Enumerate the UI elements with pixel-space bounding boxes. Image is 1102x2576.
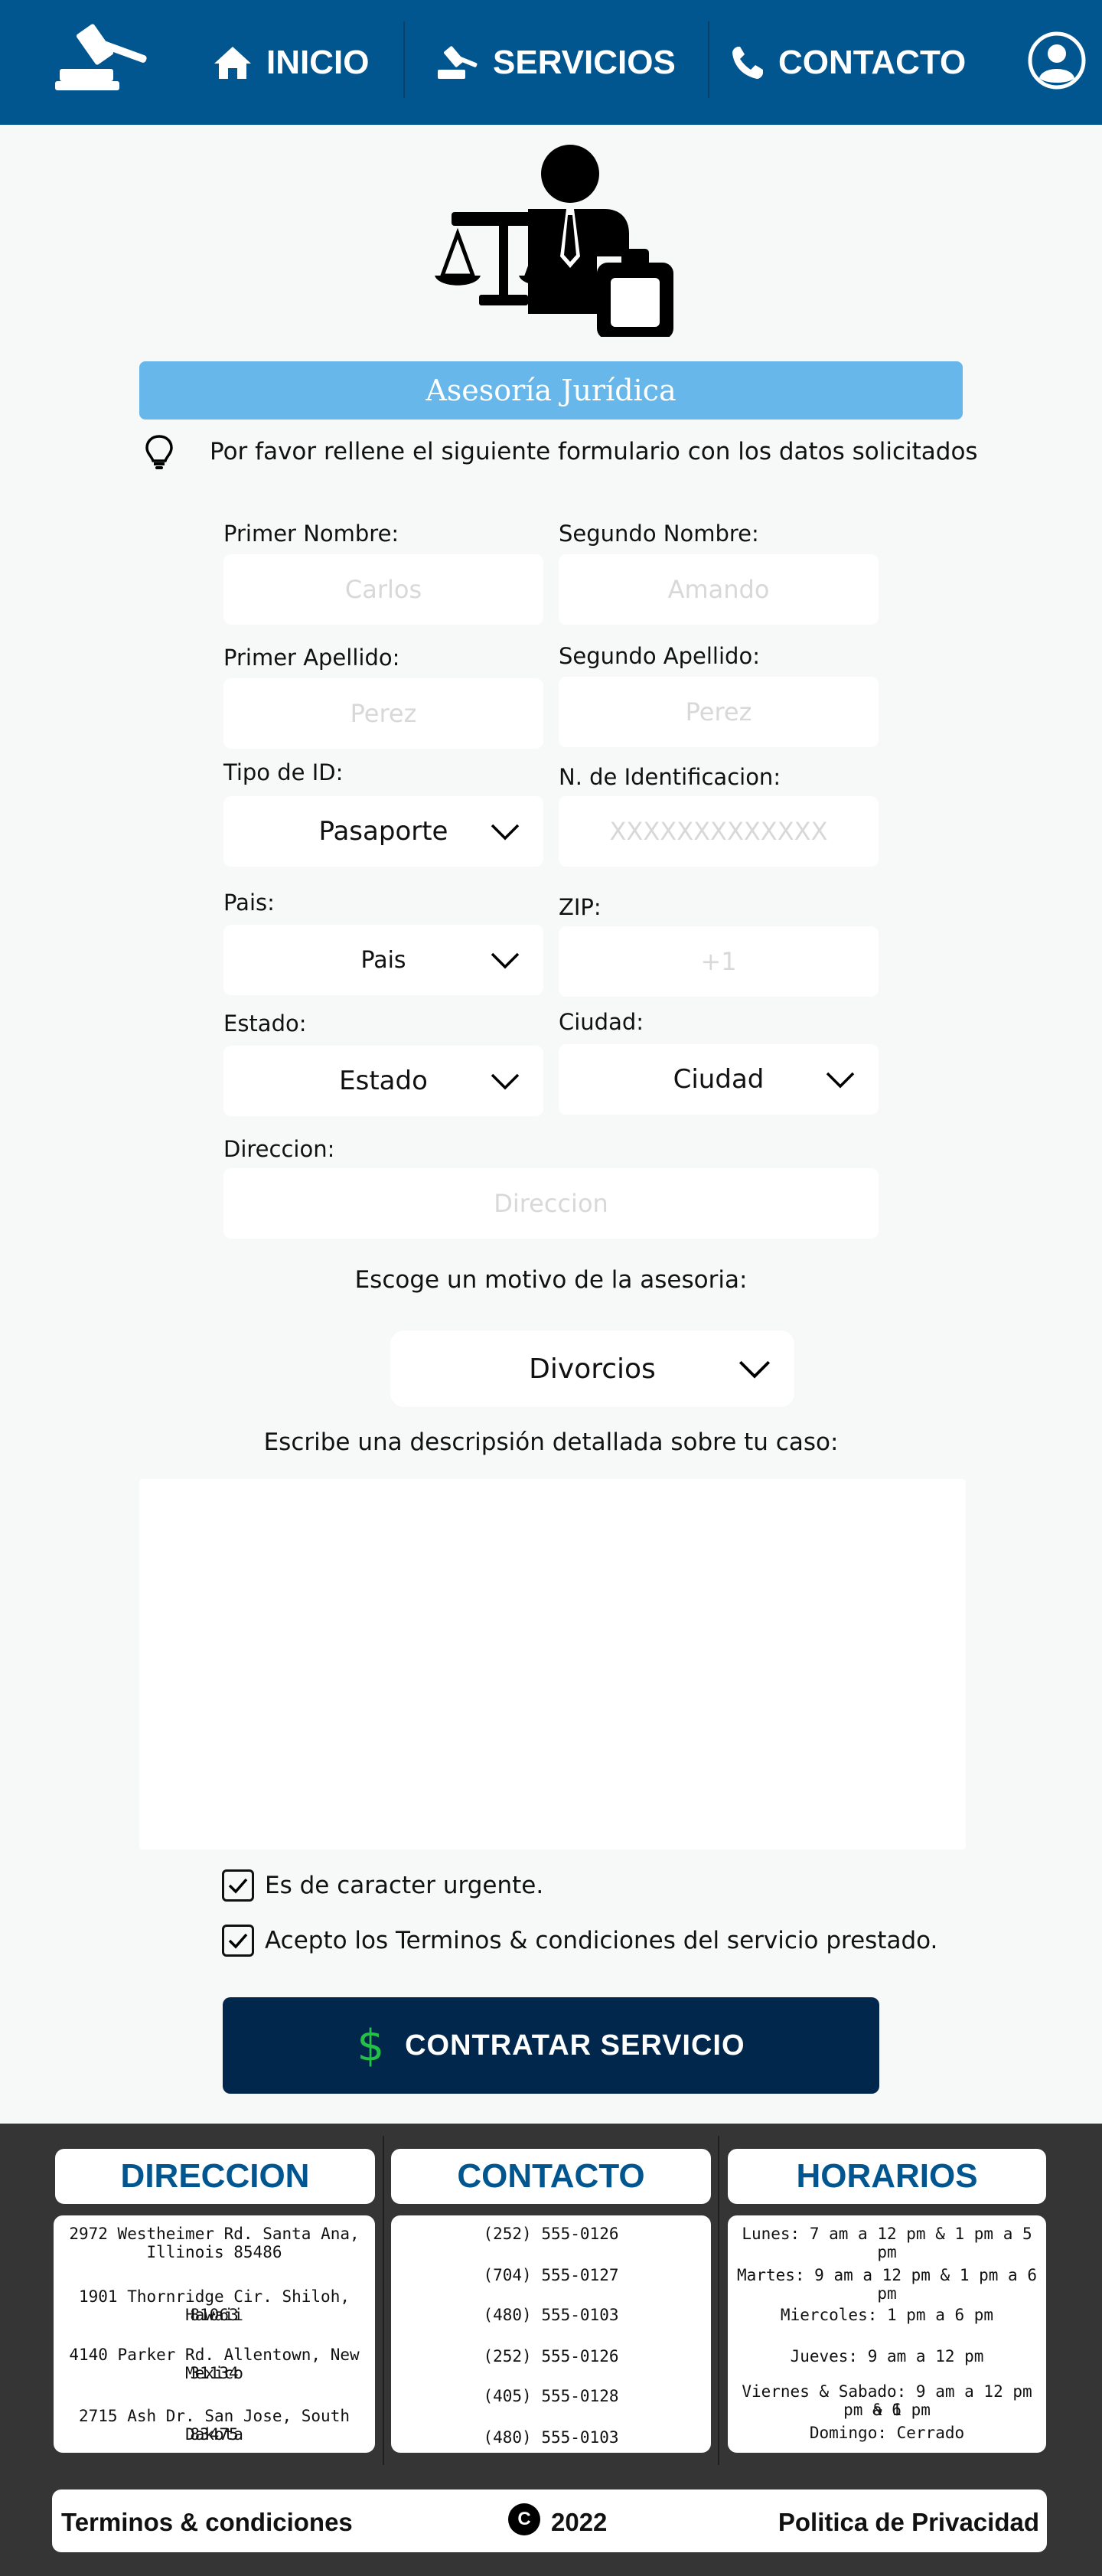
- schedule-line: Jueves: 9 am a 12 pm: [790, 2347, 984, 2365]
- nav-servicios-label: SERVICIOS: [493, 44, 676, 81]
- address-line: 81063: [190, 2306, 239, 2324]
- contratar-servicio-label: CONTRATAR SERVICIO: [405, 2029, 745, 2062]
- phone-number[interactable]: (480) 555-0103: [399, 2306, 703, 2324]
- gavel-icon[interactable]: [55, 20, 150, 95]
- urgente-checkbox-row[interactable]: Es de caracter urgente.: [222, 1869, 543, 1902]
- chevron-down-icon: [826, 1072, 855, 1089]
- phone-number[interactable]: (480) 555-0103: [399, 2428, 703, 2447]
- segundo-apellido-input[interactable]: Perez: [559, 677, 879, 747]
- urgente-checkbox[interactable]: [222, 1869, 254, 1902]
- terminos-checkbox-row[interactable]: Acepto los Terminos & condiciones del se…: [222, 1925, 937, 1957]
- segundo-apellido-label: Segundo Apellido:: [559, 643, 760, 669]
- pais-select[interactable]: Pais: [223, 925, 543, 995]
- descripcion-textarea[interactable]: [139, 1479, 966, 1850]
- chevron-down-icon: [491, 952, 520, 969]
- primer-apellido-label: Primer Apellido:: [223, 645, 400, 671]
- checkmark-icon: [228, 1878, 248, 1894]
- page-title: Asesoría Jurídica: [139, 361, 963, 420]
- nav-servicios[interactable]: SERVICIOS: [436, 38, 676, 87]
- motivo-value: Divorcios: [529, 1353, 656, 1385]
- phone-number[interactable]: (252) 555-0126: [399, 2347, 703, 2365]
- schedule-line: Miercoles: 1 pm a 6 pm: [780, 2306, 994, 2324]
- footer-divider: [383, 2136, 384, 2465]
- footer-direccion-title: DIRECCION: [55, 2149, 375, 2204]
- zip-label: ZIP:: [559, 894, 602, 920]
- direccion-label: Direccion:: [223, 1136, 335, 1162]
- footer-contacto-title: CONTACTO: [391, 2149, 711, 2204]
- terminos-checkbox[interactable]: [222, 1925, 254, 1957]
- footer-horarios-title: HORARIOS: [728, 2149, 1046, 2204]
- ciudad-label: Ciudad:: [559, 1009, 644, 1035]
- phone-number[interactable]: (405) 555-0128: [399, 2387, 703, 2405]
- footer-bottom-bar: Terminos & condiciones C 2022 Politica d…: [52, 2489, 1047, 2552]
- user-icon[interactable]: [1027, 31, 1087, 90]
- primer-nombre-input[interactable]: Carlos: [223, 554, 543, 625]
- nav-contacto-label: CONTACTO: [778, 44, 967, 81]
- schedule-line: Martes: 9 am a 12 pm & 1 pm a 6 pm: [737, 2266, 1037, 2303]
- gavel-small-icon: [438, 46, 478, 79]
- motivo-label: Escoge un motivo de la asesoria:: [354, 1266, 748, 1294]
- lawyer-icon: [435, 145, 673, 337]
- schedule-line: Domingo: Cerrado: [809, 2424, 965, 2442]
- zip-input[interactable]: +1: [559, 926, 879, 997]
- chevron-down-icon: [491, 1073, 520, 1090]
- tipo-id-select[interactable]: Pasaporte: [223, 796, 543, 867]
- phone-icon: [732, 47, 763, 79]
- address-line: 2972 Westheimer Rd. Santa Ana,: [69, 2225, 360, 2243]
- chevron-down-icon: [738, 1360, 771, 1379]
- home-icon: [214, 47, 251, 79]
- checkmark-icon: [228, 1933, 248, 1949]
- copyright-icon: C: [508, 2503, 540, 2535]
- urgente-label: Es de caracter urgente.: [265, 1872, 544, 1899]
- hint: [142, 433, 176, 470]
- segundo-nombre-label: Segundo Nombre:: [559, 521, 759, 547]
- terminos-label: Acepto los Terminos & condiciones del se…: [265, 1927, 938, 1954]
- n-identificacion-input[interactable]: XXXXXXXXXXXXX: [559, 796, 879, 867]
- schedule-line: pm a 6 pm: [843, 2401, 931, 2419]
- ciudad-value: Ciudad: [673, 1064, 765, 1095]
- top-navbar: INICIO SERVICIOS CONTACTO: [0, 0, 1102, 125]
- dollar-icon: $: [357, 2020, 386, 2071]
- address-line: Illinois 85486: [146, 2243, 282, 2261]
- phone-number[interactable]: (252) 555-0126: [399, 2225, 703, 2243]
- nav-contacto[interactable]: CONTACTO: [731, 38, 966, 87]
- nav-inicio[interactable]: INICIO: [213, 38, 369, 87]
- footer-direccion-card: 2972 Westheimer Rd. Santa Ana, Illinois …: [54, 2215, 375, 2453]
- nav-divider: [708, 21, 709, 98]
- n-identificacion-label: N. de Identificacion:: [559, 764, 781, 790]
- tipo-id-label: Tipo de ID:: [223, 759, 344, 785]
- motivo-select[interactable]: Divorcios: [390, 1330, 794, 1407]
- privacidad-link[interactable]: Politica de Privacidad: [778, 2508, 1039, 2537]
- footer-horarios-card: Lunes: 7 am a 12 pm & 1 pm a 5 pm Martes…: [728, 2215, 1046, 2453]
- lightbulb-icon: [145, 435, 173, 469]
- pais-value: Pais: [360, 946, 406, 974]
- direccion-input[interactable]: Direccion: [223, 1168, 879, 1239]
- estado-select[interactable]: Estado: [223, 1046, 543, 1116]
- address-line: 31134: [190, 2364, 239, 2382]
- hint-text: Por favor rellene el siguiente formulari…: [210, 438, 978, 465]
- footer-divider: [718, 2136, 719, 2465]
- estado-label: Estado:: [223, 1010, 307, 1037]
- estado-value: Estado: [339, 1066, 428, 1096]
- terminos-link[interactable]: Terminos & condiciones: [61, 2508, 353, 2537]
- chevron-down-icon: [491, 824, 520, 841]
- primer-nombre-label: Primer Nombre:: [223, 521, 399, 547]
- nav-divider: [403, 21, 405, 98]
- segundo-nombre-input[interactable]: Amando: [559, 554, 879, 625]
- primer-apellido-input[interactable]: Perez: [223, 678, 543, 749]
- contratar-servicio-button[interactable]: $ CONTRATAR SERVICIO: [223, 1997, 879, 2094]
- ciudad-select[interactable]: Ciudad: [559, 1044, 879, 1115]
- footer-contacto-card: (252) 555-0126 (704) 555-0127 (480) 555-…: [391, 2215, 711, 2453]
- schedule-line: Lunes: 7 am a 12 pm & 1 pm a 5 pm: [742, 2225, 1032, 2261]
- pais-label: Pais:: [223, 890, 275, 916]
- tipo-id-value: Pasaporte: [318, 816, 448, 847]
- nav-inicio-label: INICIO: [266, 44, 370, 81]
- descripcion-label: Escribe una descripsión detallada sobre …: [263, 1428, 839, 1456]
- address-line: 83475: [190, 2425, 239, 2444]
- phone-number[interactable]: (704) 555-0127: [399, 2266, 703, 2284]
- copyright-year: 2022: [551, 2508, 608, 2536]
